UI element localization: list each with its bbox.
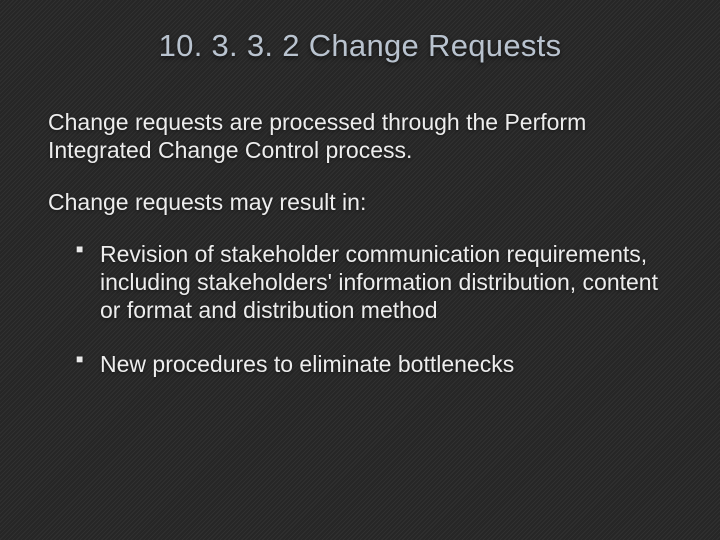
list-item: New procedures to eliminate bottlenecks — [76, 350, 672, 378]
intro-paragraph-2: Change requests may result in: — [48, 188, 672, 216]
list-item: Revision of stakeholder communication re… — [76, 240, 672, 324]
slide-title: 10. 3. 3. 2 Change Requests — [48, 28, 672, 64]
intro-paragraph-1: Change requests are processed through th… — [48, 108, 672, 164]
bullet-list: Revision of stakeholder communication re… — [48, 240, 672, 378]
